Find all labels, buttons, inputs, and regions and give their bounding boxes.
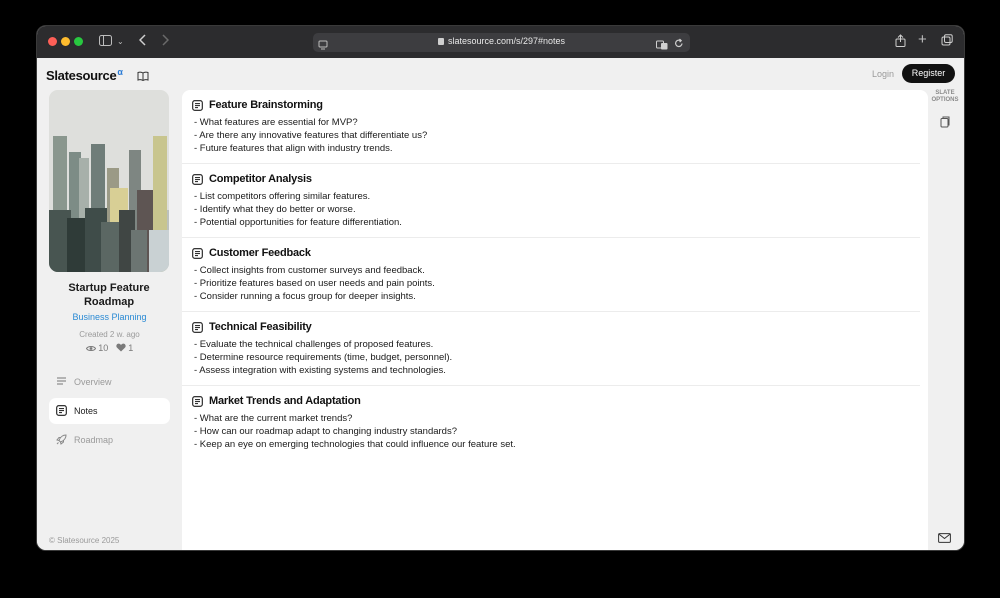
site-header: Slatesourceα Login Register xyxy=(37,58,964,90)
note-section: Market Trends and Adaptation - What are … xyxy=(182,386,920,460)
slate-stats: 10 1 xyxy=(37,343,182,353)
note-line: - List competitors offering similar feat… xyxy=(194,191,371,202)
copyright: © Slatesource 2025 xyxy=(49,536,120,545)
note-line: - Are there any innovative features that… xyxy=(194,130,428,141)
cover-image xyxy=(49,90,169,272)
note-section: Customer Feedback - Collect insights fro… xyxy=(182,238,920,312)
forward-icon[interactable] xyxy=(161,34,170,50)
sidebar-toggle-icon[interactable] xyxy=(99,34,112,50)
url-text: slatesource.com/s/297#notes xyxy=(447,36,566,46)
lock-icon xyxy=(437,38,444,45)
translate-icon[interactable] xyxy=(656,37,668,55)
heart-icon[interactable] xyxy=(116,343,126,353)
views-count: 10 xyxy=(98,343,109,353)
nav-roadmap[interactable]: Roadmap xyxy=(49,427,170,453)
register-button[interactable]: Register xyxy=(902,64,955,83)
notes-icon xyxy=(192,174,203,185)
note-title: Feature Brainstorming xyxy=(209,99,323,111)
mail-icon[interactable] xyxy=(938,530,951,548)
note-line: - Keep an eye on emerging technologies t… xyxy=(194,439,516,450)
maximize-window-button[interactable] xyxy=(74,37,83,46)
nav-roadmap-label: Roadmap xyxy=(74,435,114,445)
nav-overview-label: Overview xyxy=(74,377,112,387)
book-icon[interactable] xyxy=(137,68,149,82)
site-logo[interactable]: Slatesourceα xyxy=(46,67,123,83)
category-link[interactable]: Business Planning xyxy=(37,312,182,322)
browser-toolbar: ⌄ slatesource.com/s/297#notes + xyxy=(37,26,964,58)
rocket-icon xyxy=(56,434,67,445)
address-bar[interactable]: slatesource.com/s/297#notes xyxy=(313,33,690,52)
url-display: slatesource.com/s/297#notes xyxy=(313,36,690,46)
new-tab-icon[interactable]: + xyxy=(918,32,927,48)
note-title: Market Trends and Adaptation xyxy=(209,395,361,407)
chevron-down-icon[interactable]: ⌄ xyxy=(117,34,124,50)
note-line: - Potential opportunities for feature di… xyxy=(194,217,402,228)
slate-options-label: SLATE OPTIONS xyxy=(926,90,964,104)
note-line: - Consider running a focus group for dee… xyxy=(194,291,416,302)
logo-text: Slatesource xyxy=(46,68,117,83)
notes-icon xyxy=(192,322,203,333)
note-section: Competitor Analysis - List competitors o… xyxy=(182,164,920,238)
rail-label-line2: OPTIONS xyxy=(931,97,959,103)
page: Slatesourceα Login Register Startup Feat… xyxy=(37,58,964,550)
note-line: - Evaluate the technical challenges of p… xyxy=(194,339,434,350)
note-line: - Collect insights from customer surveys… xyxy=(194,265,425,276)
notes-panel: Feature Brainstorming - What features ar… xyxy=(182,90,928,550)
notes-icon xyxy=(56,405,67,416)
note-line: - Identify what they do better or worse. xyxy=(194,204,356,215)
note-line: - What features are essential for MVP? xyxy=(194,117,358,128)
eye-icon xyxy=(85,343,96,353)
rail-label-line1: SLATE xyxy=(935,90,955,96)
reload-icon[interactable] xyxy=(674,36,684,54)
notes-icon xyxy=(192,248,203,259)
note-line: - Future features that align with indust… xyxy=(194,143,393,154)
notes-icon xyxy=(192,100,203,111)
note-title: Competitor Analysis xyxy=(209,173,312,185)
share-icon[interactable] xyxy=(895,34,906,51)
notes-icon xyxy=(192,396,203,407)
browser-window: ⌄ slatesource.com/s/297#notes + Slatesou… xyxy=(36,25,965,551)
tab-overview-icon[interactable] xyxy=(941,34,953,50)
nav-overview[interactable]: Overview xyxy=(49,369,170,395)
note-line: - How can our roadmap adapt to changing … xyxy=(194,426,457,437)
logo-alpha-mark: α xyxy=(117,67,123,77)
note-line: - Assess integration with existing syste… xyxy=(194,365,446,376)
likes-count: 1 xyxy=(128,343,134,353)
note-line: - Determine resource requirements (time,… xyxy=(194,352,453,363)
note-title: Technical Feasibility xyxy=(209,321,312,333)
slate-title: Startup Feature Roadmap xyxy=(68,282,150,308)
nav-notes-label: Notes xyxy=(74,406,98,416)
nav-notes[interactable]: Notes xyxy=(49,398,170,424)
note-section: Feature Brainstorming - What features ar… xyxy=(182,90,920,164)
back-icon[interactable] xyxy=(138,34,147,50)
login-link[interactable]: Login xyxy=(872,69,894,79)
note-section: Technical Feasibility - Evaluate the tec… xyxy=(182,312,920,386)
minimize-window-button[interactable] xyxy=(61,37,70,46)
note-line: - What are the current market trends? xyxy=(194,413,353,424)
note-title: Customer Feedback xyxy=(209,247,311,259)
copy-icon[interactable] xyxy=(940,115,950,133)
list-icon xyxy=(57,377,66,385)
close-window-button[interactable] xyxy=(48,37,57,46)
created-date: Created 2 w. ago xyxy=(79,330,140,339)
sidebar: Startup Feature Roadmap Business Plannin… xyxy=(37,90,182,550)
slate-options-rail: SLATE OPTIONS xyxy=(926,90,964,550)
note-line: - Prioritize features based on user need… xyxy=(194,278,435,289)
